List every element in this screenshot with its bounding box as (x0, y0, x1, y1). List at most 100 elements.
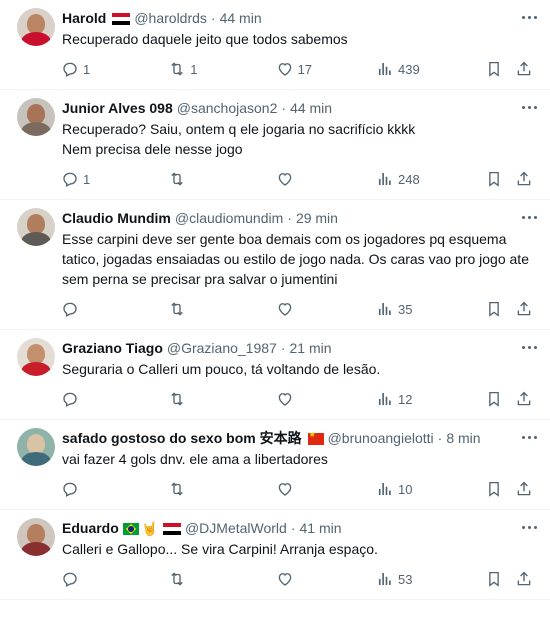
display-name[interactable]: Junior Alves 098 (62, 100, 173, 116)
tweet[interactable]: Eduardo 🤘 @DJMetalWorld · 41 min Calleri… (0, 510, 550, 600)
user-handle[interactable]: @haroldrds (134, 10, 207, 26)
display-name[interactable]: Graziano Tiago (62, 340, 163, 356)
share-button[interactable] (515, 60, 535, 78)
timestamp[interactable]: 8 min (446, 430, 480, 446)
name-emojis: 🤘 (122, 520, 185, 537)
timestamp[interactable]: 29 min (296, 210, 338, 226)
bookmark-button[interactable] (485, 390, 514, 408)
avatar[interactable] (17, 8, 55, 46)
display-name[interactable]: Harold (62, 10, 106, 26)
action-bar: 10 (62, 478, 534, 509)
display-name[interactable]: Eduardo (62, 520, 119, 536)
horns-hand-icon: 🤘 (141, 520, 158, 536)
bookmark-button[interactable] (485, 570, 514, 588)
user-handle[interactable]: @brunoangielotti (328, 430, 434, 446)
views-button[interactable]: 35 (376, 300, 485, 318)
timestamp[interactable]: 21 min (290, 340, 332, 356)
display-name[interactable]: Claudio Mundim (62, 210, 171, 226)
reply-button[interactable] (61, 390, 168, 408)
timestamp[interactable]: 44 min (290, 100, 332, 116)
more-options-icon[interactable] (518, 340, 540, 354)
tweet-content: Claudio Mundim @claudiomundim · 29 min E… (62, 208, 534, 329)
more-options-icon[interactable] (518, 210, 540, 224)
reply-button[interactable] (61, 570, 168, 588)
bookmark-button[interactable] (485, 60, 514, 78)
retweet-button[interactable]: 1 (168, 60, 275, 78)
user-handle[interactable]: @sanchojason2 (177, 100, 278, 116)
bookmark-button[interactable] (485, 480, 514, 498)
like-button[interactable]: 17 (276, 60, 376, 78)
timestamp[interactable]: 44 min (220, 10, 262, 26)
share-button[interactable] (515, 390, 535, 408)
tweet-text: Calleri e Gallopo... Se vira Carpini! Ar… (62, 541, 378, 557)
tweet-text: Seguraria o Calleri um pouco, tá voltand… (62, 361, 381, 377)
tweet-text: Recuperado? Saiu, ontem q ele jogaria no… (62, 121, 416, 157)
user-handle[interactable]: @DJMetalWorld (185, 520, 287, 536)
action-bar: 12 (62, 388, 534, 419)
like-button[interactable] (276, 390, 376, 408)
user-handle[interactable]: @claudiomundim (175, 210, 283, 226)
views-button[interactable]: 439 (376, 60, 485, 78)
reply-icon (63, 62, 77, 77)
bookmark-button[interactable] (485, 170, 514, 188)
bookmark-button[interactable] (485, 300, 514, 318)
retweet-button[interactable] (168, 480, 275, 498)
user-handle[interactable]: @Graziano_1987 (167, 340, 277, 356)
retweet-button[interactable] (168, 300, 275, 318)
reply-count: 1 (83, 171, 91, 187)
retweet-icon (171, 392, 184, 406)
tweet[interactable]: Graziano Tiago @Graziano_1987 · 21 min S… (0, 330, 550, 420)
views-chart-icon (378, 303, 391, 315)
like-button[interactable] (276, 170, 376, 188)
share-icon (517, 301, 530, 316)
retweet-button[interactable] (168, 170, 275, 188)
tweet-header: Harold @haroldrds · 44 min (62, 8, 534, 28)
more-options-icon[interactable] (518, 520, 540, 534)
timestamp[interactable]: 41 min (300, 520, 342, 536)
more-options-icon[interactable] (518, 100, 540, 114)
avatar[interactable] (17, 518, 55, 556)
tweet[interactable]: Claudio Mundim @claudiomundim · 29 min E… (0, 200, 550, 330)
views-chart-icon (378, 393, 391, 405)
avatar[interactable] (17, 98, 55, 136)
like-button[interactable] (276, 300, 376, 318)
avatar[interactable] (17, 208, 55, 246)
reply-button[interactable]: 1 (61, 60, 168, 78)
views-button[interactable]: 12 (376, 390, 485, 408)
views-button[interactable]: 53 (376, 570, 485, 588)
tweet-header: Eduardo 🤘 @DJMetalWorld · 41 min (62, 518, 534, 538)
reply-button[interactable] (61, 300, 168, 318)
separator-dot: · (287, 210, 292, 226)
like-button[interactable] (276, 570, 376, 588)
avatar-face (27, 104, 45, 124)
display-name[interactable]: safado gostoso do sexo bom 安本路 (62, 428, 302, 448)
views-button[interactable]: 248 (376, 170, 485, 188)
share-button[interactable] (515, 170, 535, 188)
reply-icon (63, 302, 77, 317)
avatar[interactable] (17, 428, 55, 466)
tweet[interactable]: safado gostoso do sexo bom 安本路 @brunoang… (0, 420, 550, 510)
avatar-face (27, 214, 45, 234)
more-options-icon[interactable] (518, 10, 540, 24)
views-button[interactable]: 10 (376, 480, 485, 498)
retweet-count: 1 (190, 61, 198, 77)
reply-count: 1 (83, 61, 91, 77)
share-button[interactable] (515, 570, 535, 588)
avatar[interactable] (17, 338, 55, 376)
tweet[interactable]: Harold @haroldrds · 44 min Recuperado da… (0, 0, 550, 90)
share-button[interactable] (515, 300, 535, 318)
tweet-content: Graziano Tiago @Graziano_1987 · 21 min S… (62, 338, 534, 419)
heart-icon (278, 173, 291, 186)
share-button[interactable] (515, 480, 535, 498)
retweet-button[interactable] (168, 390, 275, 408)
tweet[interactable]: Junior Alves 098 @sanchojason2 · 44 min … (0, 90, 550, 200)
bookmark-icon (489, 571, 500, 587)
tweet-text: Esse carpini deve ser gente boa demais c… (62, 231, 533, 287)
reply-button[interactable]: 1 (61, 170, 168, 188)
retweet-button[interactable] (168, 570, 275, 588)
reply-button[interactable] (61, 480, 168, 498)
like-button[interactable] (276, 480, 376, 498)
view-count: 248 (398, 171, 420, 187)
more-options-icon[interactable] (518, 430, 540, 444)
avatar-body (21, 452, 51, 466)
